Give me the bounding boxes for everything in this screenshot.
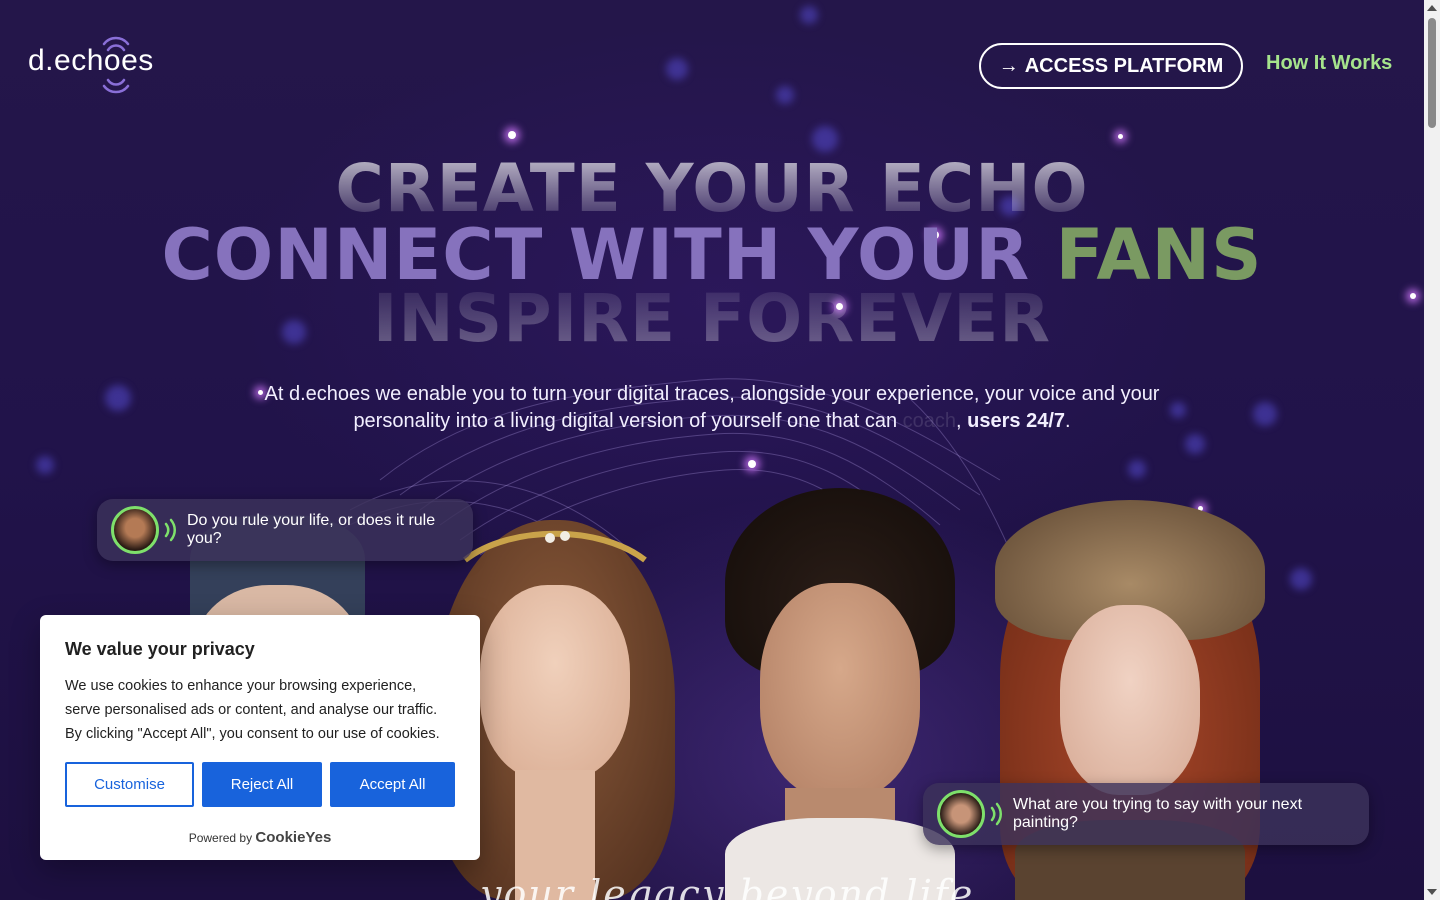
cookie-buttons: Customise Reject All Accept All	[65, 762, 455, 807]
page-scrollbar[interactable]	[1424, 0, 1440, 900]
sparkle	[776, 86, 794, 104]
powered-by-label: Powered by	[188, 831, 253, 845]
sound-wave-logo-icon	[102, 36, 130, 94]
avatar	[111, 506, 159, 554]
sparkle	[812, 126, 838, 152]
sparkle	[1290, 568, 1312, 590]
hero-intro-paragraph: At d.echoes we enable you to turn your d…	[262, 381, 1162, 435]
powered-by: Powered by CookieYes	[65, 829, 455, 846]
scroll-up-arrow-icon[interactable]	[1427, 5, 1437, 11]
sound-wave-icon	[164, 518, 176, 542]
sparkle	[748, 460, 756, 468]
avatar	[937, 790, 985, 838]
intro-rotating-word: coach	[902, 410, 957, 432]
quote-text: What are you trying to say with your nex…	[1013, 796, 1303, 831]
cookie-consent-banner: We value your privacy We use cookies to …	[40, 615, 480, 860]
quote-bubble-left: Do you rule your life, or does it rule y…	[97, 499, 473, 561]
customise-button[interactable]: Customise	[65, 762, 194, 807]
sparkle	[1185, 434, 1205, 454]
sparkle	[105, 385, 131, 411]
hero-line-inspire: INSPIRE FOREVER	[0, 280, 1424, 357]
sparkle	[800, 6, 818, 24]
sparkle	[508, 131, 516, 139]
quote-text: Do you rule your life, or does it rule y…	[187, 512, 436, 547]
sparkle	[666, 58, 688, 80]
cookie-title: We value your privacy	[65, 639, 255, 659]
tagline: your legacy beyond life	[480, 872, 975, 900]
sparkle	[1118, 134, 1123, 139]
cookieyes-logo[interactable]: CookieYes	[255, 829, 331, 846]
intro-end: .	[1065, 410, 1071, 432]
intro-comma: ,	[956, 410, 968, 432]
sparkle	[1253, 402, 1277, 426]
access-platform-button[interactable]: → ACCESS PLATFORM	[979, 43, 1243, 89]
arrow-right-icon: →	[998, 54, 1019, 77]
scroll-thumb[interactable]	[1428, 18, 1436, 128]
accept-all-button[interactable]: Accept All	[330, 762, 455, 807]
sound-wave-icon	[990, 802, 1002, 826]
sparkle	[1128, 460, 1146, 478]
access-platform-label: ACCESS PLATFORM	[1024, 54, 1224, 77]
quote-bubble-right: What are you trying to say with your nex…	[923, 783, 1369, 845]
cookie-body: We use cookies to enhance your browsing …	[65, 678, 440, 742]
reject-all-button[interactable]: Reject All	[202, 762, 322, 807]
sparkle	[1170, 402, 1186, 418]
scroll-down-arrow-icon[interactable]	[1427, 889, 1437, 895]
sparkle	[36, 456, 54, 474]
laurel-crown-icon	[463, 530, 647, 563]
intro-strong: users 24/7	[967, 410, 1065, 432]
how-it-works-link[interactable]: How It Works	[1266, 52, 1392, 75]
dechoes-logo[interactable]: d.echoes	[28, 30, 168, 102]
